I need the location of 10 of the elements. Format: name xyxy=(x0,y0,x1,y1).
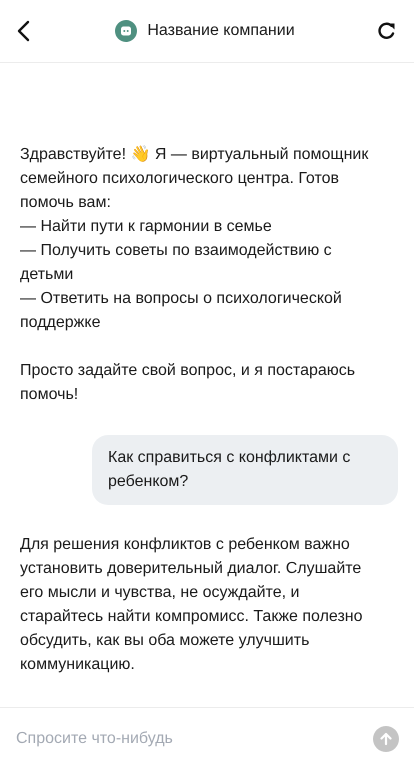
bot-message-text: Просто задайте свой вопрос, и я постараюсь помочь! xyxy=(20,361,356,405)
company-name: Название компании xyxy=(147,22,295,40)
bot-message-text: Для решения конфликтов с ребенком важно установить доверительный диалог. Слушайте его мысли и чувства, не осуждайте, и старайтесь найти компромисс. Также полезно обсудить, как вы оба можете улучшить коммуникацию. xyxy=(20,535,364,675)
message-text: Как справиться с конфликтами с ребенком? xyxy=(108,448,352,492)
bot-message-text: Здравствуйте! 👋 Я — виртуальный помощник семейного психологического центра. Готов помочь вам: xyxy=(20,144,370,213)
bot-message-text: — Получить советы по взаимодействию с детьми xyxy=(20,241,333,285)
arrow-up-icon xyxy=(379,732,393,746)
bot-avatar-icon xyxy=(115,20,138,42)
bot-message-text: — Ответить на вопросы о психологической поддержке xyxy=(20,289,343,333)
bot-message-text: — Найти пути к гармонии в семье xyxy=(20,217,273,237)
